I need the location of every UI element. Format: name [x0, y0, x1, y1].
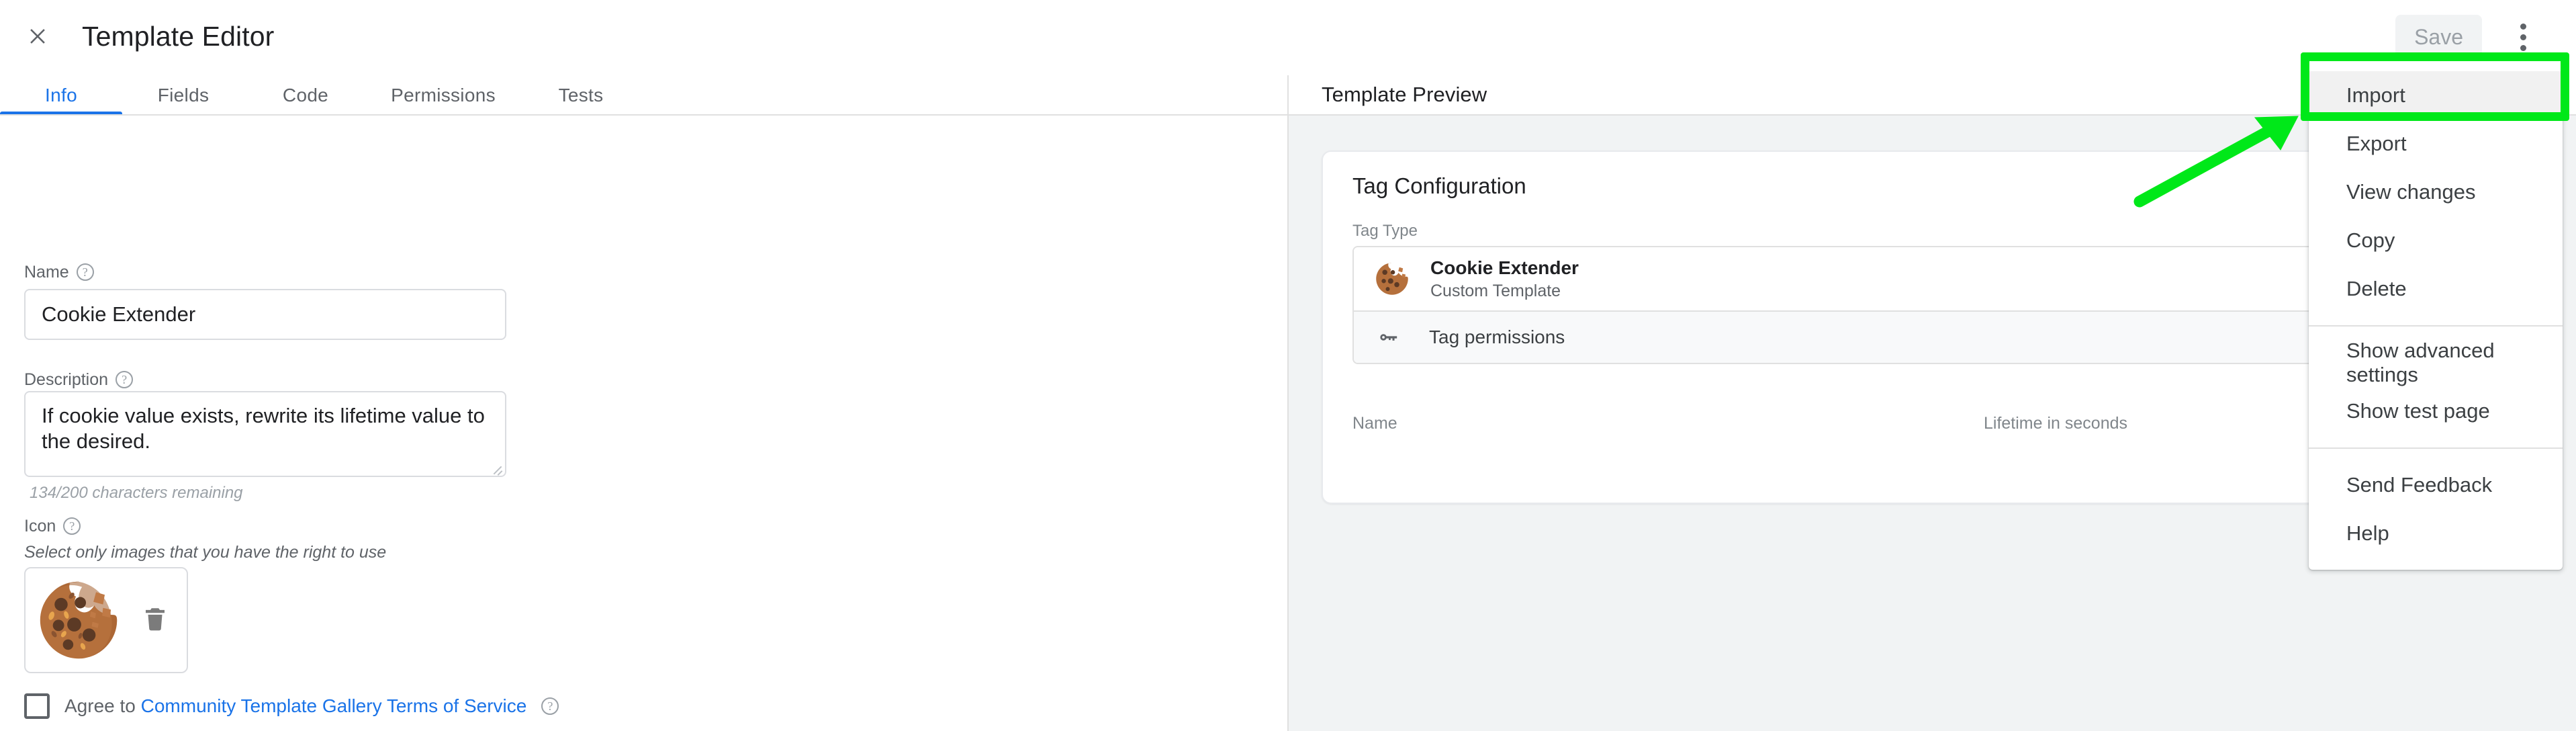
card-title: Tag Configuration [1352, 173, 1526, 198]
tab-bar: Info Fields Code Permissions Tests [0, 75, 1288, 116]
save-button[interactable]: Save [2395, 15, 2482, 59]
icon-label: Icon [24, 517, 56, 535]
tab-tests[interactable]: Tests [520, 75, 642, 116]
name-input[interactable] [24, 289, 506, 340]
menu-separator [2309, 447, 2563, 449]
description-label: Description [24, 370, 109, 389]
tab-permissions[interactable]: Permissions [367, 75, 520, 116]
cookie-icon[interactable] [35, 576, 122, 664]
cookie-icon [1374, 261, 1410, 297]
trash-icon [141, 605, 169, 636]
description-label-row: Description ? [24, 370, 134, 390]
menu-item-import[interactable]: Import [2309, 71, 2563, 120]
tag-type-label: Tag Type [1352, 222, 1418, 240]
column-header-lifetime: Lifetime in seconds [1984, 414, 2128, 433]
page-title: Template Editor [82, 21, 275, 52]
agree-checkbox[interactable] [24, 693, 50, 719]
description-input[interactable] [24, 391, 506, 477]
menu-item-delete[interactable]: Delete [2309, 265, 2563, 313]
preview-title: Template Preview [1322, 83, 1487, 106]
menu-item-show-test-page[interactable]: Show test page [2309, 387, 2563, 435]
agree-text: Agree to Community Template Gallery Term… [64, 695, 526, 717]
column-header-name: Name [1352, 414, 1397, 433]
menu-separator [2309, 325, 2563, 327]
menu-item-copy[interactable]: Copy [2309, 216, 2563, 265]
more-vert-icon[interactable] [2503, 17, 2542, 56]
delete-icon-button[interactable] [137, 602, 173, 638]
tag-type-texts: Cookie Extender Custom Template [1430, 257, 1579, 301]
icon-preview-card [24, 567, 188, 673]
agree-terms-row: Agree to Community Template Gallery Term… [24, 693, 559, 719]
menu-item-export[interactable]: Export [2309, 120, 2563, 168]
close-button[interactable] [19, 19, 56, 56]
close-icon [26, 25, 49, 51]
tag-permissions-label: Tag permissions [1429, 327, 1565, 347]
help-icon[interactable]: ? [116, 371, 134, 388]
template-editor-window: Template Editor Save Info Fields Code Pe… [0, 0, 2576, 731]
icon-label-row: Icon ? [24, 516, 81, 536]
info-form-panel: Name ? Description ? 134/200 characters … [0, 116, 1288, 731]
menu-item-send-feedback[interactable]: Send Feedback [2309, 461, 2563, 509]
agree-prefix: Agree to [64, 695, 141, 716]
description-field-wrap [24, 391, 506, 477]
overflow-menu: Import Export View changes Copy Delete S… [2309, 59, 2563, 570]
tab-code[interactable]: Code [244, 75, 367, 116]
menu-item-view-changes[interactable]: View changes [2309, 168, 2563, 216]
tab-fields[interactable]: Fields [122, 75, 244, 116]
terms-link[interactable]: Community Template Gallery Terms of Serv… [141, 695, 527, 716]
help-icon[interactable]: ? [76, 263, 94, 281]
character-counter: 134/200 characters remaining [30, 484, 243, 502]
menu-item-show-advanced-settings[interactable]: Show advanced settings [2309, 339, 2563, 387]
icon-rights-note: Select only images that you have the rig… [24, 543, 387, 562]
menu-item-help[interactable]: Help [2309, 509, 2563, 558]
help-icon[interactable]: ? [63, 517, 81, 535]
key-icon [1374, 322, 1404, 352]
help-icon[interactable]: ? [541, 697, 559, 715]
name-label-row: Name ? [24, 262, 94, 282]
tag-name: Cookie Extender [1430, 257, 1579, 278]
tab-info[interactable]: Info [0, 75, 122, 116]
tag-subtitle: Custom Template [1430, 281, 1561, 300]
top-bar: Template Editor Save [0, 0, 2576, 75]
name-label: Name [24, 263, 69, 282]
